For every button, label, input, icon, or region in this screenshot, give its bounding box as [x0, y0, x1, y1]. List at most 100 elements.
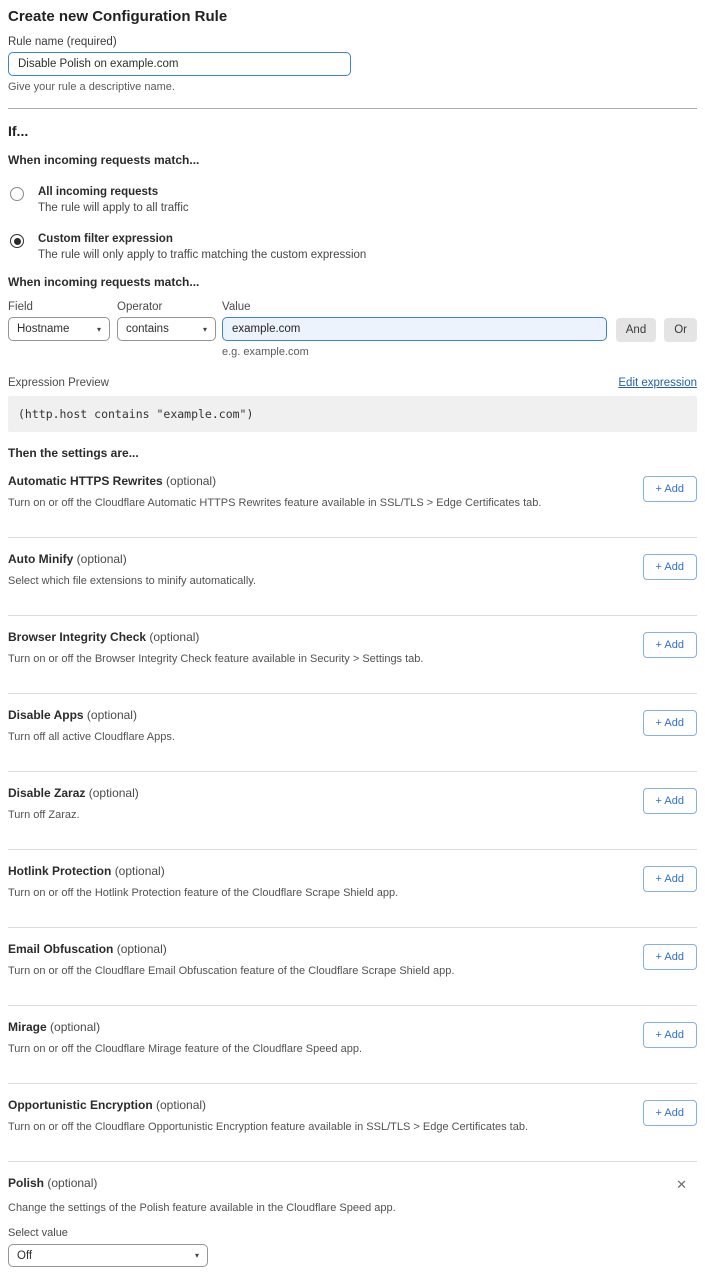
setting-name: Email Obfuscation	[8, 942, 113, 956]
setting-description: Turn on or off the Hotlink Protection fe…	[8, 887, 398, 899]
if-heading: If...	[8, 123, 697, 139]
setting-item: Automatic HTTPS Rewrites (optional) Turn…	[8, 460, 697, 538]
then-settings-heading: Then the settings are...	[8, 446, 697, 460]
setting-title: Opportunistic Encryption (optional)	[8, 1098, 528, 1112]
operator-select[interactable]: contains ▾	[117, 317, 216, 341]
setting-description: Turn off Zaraz.	[8, 809, 139, 821]
field-select-value: Hostname	[17, 323, 69, 335]
edit-expression-link[interactable]: Edit expression	[618, 377, 697, 389]
setting-title: Email Obfuscation (optional)	[8, 942, 454, 956]
setting-optional-suffix: (optional)	[50, 1020, 100, 1034]
setting-title: Mirage (optional)	[8, 1020, 362, 1034]
setting-item: Opportunistic Encryption (optional) Turn…	[8, 1084, 697, 1162]
setting-item: Email Obfuscation (optional) Turn on or …	[8, 928, 697, 1006]
setting-name: Hotlink Protection	[8, 864, 111, 878]
polish-select-value: Off	[17, 1250, 32, 1262]
field-label: Field	[8, 301, 110, 313]
setting-description: Select which file extensions to minify a…	[8, 575, 256, 587]
divider	[8, 108, 697, 109]
radio-custom-filter-expression[interactable]: Custom filter expression The rule will o…	[8, 233, 697, 261]
setting-title: Browser Integrity Check (optional)	[8, 630, 423, 644]
setting-description: Turn on or off the Cloudflare Opportunis…	[8, 1121, 528, 1133]
setting-optional-suffix: (optional)	[166, 474, 216, 488]
setting-title: Polish (optional)	[8, 1176, 97, 1190]
operator-select-value: contains	[126, 323, 169, 335]
radio-label: All incoming requests	[38, 186, 189, 198]
page-title: Create new Configuration Rule	[8, 8, 697, 25]
chevron-down-icon: ▾	[203, 325, 207, 334]
setting-description: Turn on or off the Cloudflare Mirage fea…	[8, 1043, 362, 1055]
setting-title: Disable Apps (optional)	[8, 708, 175, 722]
setting-description: Turn on or off the Browser Integrity Che…	[8, 653, 423, 665]
setting-optional-suffix: (optional)	[149, 630, 199, 644]
setting-optional-suffix: (optional)	[77, 552, 127, 566]
setting-title: Hotlink Protection (optional)	[8, 864, 398, 878]
expression-builder-row: Field Hostname ▾ Operator contains ▾ Val…	[8, 301, 697, 358]
value-label: Value	[222, 301, 607, 313]
setting-item-polish: Polish (optional) ✕ Change the settings …	[8, 1162, 697, 1267]
add-button[interactable]: + Add	[643, 632, 697, 658]
or-button[interactable]: Or	[664, 318, 697, 342]
setting-description: Turn on or off the Cloudflare Email Obfu…	[8, 965, 454, 977]
rule-name-label: Rule name (required)	[8, 36, 697, 48]
add-button[interactable]: + Add	[643, 554, 697, 580]
setting-description: Change the settings of the Polish featur…	[8, 1202, 697, 1214]
add-button[interactable]: + Add	[643, 710, 697, 736]
setting-name: Polish	[8, 1176, 44, 1190]
setting-item: Disable Apps (optional) Turn off all act…	[8, 694, 697, 772]
field-select[interactable]: Hostname ▾	[8, 317, 110, 341]
chevron-down-icon: ▾	[195, 1251, 199, 1260]
radio-button-icon[interactable]	[10, 187, 24, 201]
expression-preview-label: Expression Preview	[8, 377, 109, 389]
setting-item: Browser Integrity Check (optional) Turn …	[8, 616, 697, 694]
setting-title: Auto Minify (optional)	[8, 552, 256, 566]
radio-description: The rule will apply to all traffic	[38, 202, 189, 214]
setting-item: Hotlink Protection (optional) Turn on or…	[8, 850, 697, 928]
create-configuration-rule-form: Create new Configuration Rule Rule name …	[0, 0, 705, 1267]
radio-all-incoming-requests[interactable]: All incoming requests The rule will appl…	[8, 186, 697, 214]
setting-name: Automatic HTTPS Rewrites	[8, 474, 163, 488]
setting-title: Disable Zaraz (optional)	[8, 786, 139, 800]
setting-item: Auto Minify (optional) Select which file…	[8, 538, 697, 616]
add-button[interactable]: + Add	[643, 1022, 697, 1048]
close-icon[interactable]: ✕	[672, 1176, 691, 1193]
and-button[interactable]: And	[616, 318, 656, 342]
select-value-label: Select value	[8, 1227, 697, 1239]
radio-description: The rule will only apply to traffic matc…	[38, 249, 366, 261]
rule-name-helper: Give your rule a descriptive name.	[8, 81, 697, 93]
setting-optional-suffix: (optional)	[89, 786, 139, 800]
setting-item: Mirage (optional) Turn on or off the Clo…	[8, 1006, 697, 1084]
setting-optional-suffix: (optional)	[87, 708, 137, 722]
value-helper: e.g. example.com	[222, 346, 607, 358]
add-button[interactable]: + Add	[643, 476, 697, 502]
setting-name: Browser Integrity Check	[8, 630, 146, 644]
radio-button-icon[interactable]	[10, 234, 24, 248]
setting-description: Turn on or off the Cloudflare Automatic …	[8, 497, 541, 509]
operator-label: Operator	[117, 301, 216, 313]
setting-name: Auto Minify	[8, 552, 73, 566]
setting-name: Disable Apps	[8, 708, 84, 722]
setting-optional-suffix: (optional)	[156, 1098, 206, 1112]
incoming-requests-match-heading: When incoming requests match...	[8, 153, 697, 167]
add-button[interactable]: + Add	[643, 1100, 697, 1126]
rule-name-input[interactable]	[8, 52, 351, 76]
value-input[interactable]	[222, 317, 607, 341]
polish-value-select[interactable]: Off ▾	[8, 1244, 208, 1267]
radio-label: Custom filter expression	[38, 233, 366, 245]
setting-name: Mirage	[8, 1020, 47, 1034]
setting-optional-suffix: (optional)	[117, 942, 167, 956]
expression-builder-heading: When incoming requests match...	[8, 275, 697, 289]
add-button[interactable]: + Add	[643, 788, 697, 814]
setting-optional-suffix: (optional)	[115, 864, 165, 878]
settings-list: Automatic HTTPS Rewrites (optional) Turn…	[8, 460, 697, 1162]
setting-item: Disable Zaraz (optional) Turn off Zaraz.…	[8, 772, 697, 850]
setting-description: Turn off all active Cloudflare Apps.	[8, 731, 175, 743]
add-button[interactable]: + Add	[643, 866, 697, 892]
setting-name: Opportunistic Encryption	[8, 1098, 153, 1112]
add-button[interactable]: + Add	[643, 944, 697, 970]
setting-optional-suffix: (optional)	[47, 1176, 97, 1190]
expression-preview-code: (http.host contains "example.com")	[8, 396, 697, 432]
chevron-down-icon: ▾	[97, 325, 101, 334]
setting-name: Disable Zaraz	[8, 786, 85, 800]
setting-title: Automatic HTTPS Rewrites (optional)	[8, 474, 541, 488]
